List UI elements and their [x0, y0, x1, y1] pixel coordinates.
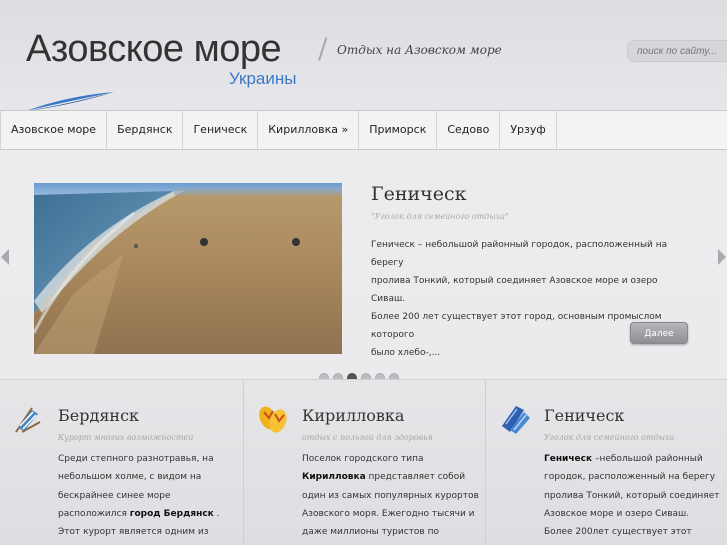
featured-line: было хлебо-,... [371, 348, 441, 358]
logo-title: Азовское море [26, 28, 282, 70]
card-line: бескрайнее синее море [58, 490, 171, 501]
card-text: Поселок городского типа Кирилловка предс… [302, 450, 479, 541]
nav-item-azov-sea[interactable]: Азовское море [0, 111, 106, 149]
featured-slider: Геническ "Уголок для семейного отдыха" Г… [0, 150, 727, 383]
card-title[interactable]: Бердянск [58, 406, 139, 425]
logo-subtitle: Украины [229, 69, 297, 88]
nav-item-berdyansk[interactable]: Бердянск [106, 111, 182, 149]
nav-item-sedovo[interactable]: Седово [436, 111, 499, 149]
card-subtitle: Курорт многих возможностей [58, 433, 194, 442]
card-line: небольшом холме, с видом на [58, 472, 202, 483]
nav-item-urzuf[interactable]: Урзуф [499, 111, 555, 149]
resort-card-berdyansk: Бердянск Курорт многих возможностей Сред… [0, 379, 244, 545]
card-line: Кирилловка представляет собой [302, 472, 466, 483]
card-line: Среди степного разнотравья, на [58, 454, 214, 464]
card-line: городок, расположенный на берегу [544, 472, 716, 483]
card-line: Этот курорт является одним из [58, 527, 209, 538]
resort-card-genichesk: Геническ Уголок для семейного отдыха Ген… [486, 379, 727, 545]
featured-title[interactable]: Геническ [371, 183, 466, 205]
card-title[interactable]: Геническ [544, 406, 624, 425]
resort-columns: Бердянск Курорт многих возможностей Сред… [0, 379, 727, 545]
nav-item-kirillovka[interactable]: Кирилловка » [257, 111, 358, 149]
card-line: Геническ –небольшой районный [544, 454, 703, 464]
arrow-left-icon[interactable] [0, 248, 10, 266]
site-header: Азовское море Украины / Отдых на Азовско… [0, 0, 727, 111]
main-nav: Азовское море Бердянск Геническ Кириллов… [0, 110, 727, 150]
nav-item-genichesk[interactable]: Геническ [182, 111, 257, 149]
card-line: пролива Тонкий, который соединяет [544, 490, 720, 501]
flippers-icon [502, 406, 530, 434]
logo-swoosh-icon [26, 92, 114, 111]
site-tagline: Отдых на Азовском море [337, 43, 502, 57]
arrow-right-icon[interactable] [717, 248, 727, 266]
beach-photo [34, 183, 342, 354]
card-text: Среди степного разнотравья, на небольшом… [58, 450, 220, 541]
search-input[interactable] [627, 40, 727, 62]
featured-subtitle: "Уголок для семейного отдыха" [371, 212, 509, 221]
more-button[interactable]: Далее [630, 322, 688, 344]
card-subtitle: отдых с пользой для здоровья [302, 433, 433, 442]
divider-slash: / [318, 32, 328, 65]
nav-end-divider [555, 111, 557, 149]
nav-item-primorsk[interactable]: Приморск [358, 111, 436, 149]
card-title[interactable]: Кирилловка [302, 406, 404, 425]
featured-line: пролива Тонкий, который соединяет Азовск… [371, 276, 658, 304]
featured-line: Геническ – небольшой районный городок, р… [371, 240, 668, 268]
beach-chair-icon [15, 407, 41, 433]
card-text: Геническ –небольшой районный городок, ра… [544, 450, 720, 541]
card-line: Азовского моря. Ежегодно тысячи и [302, 508, 475, 519]
flip-flops-icon [259, 406, 287, 433]
card-line: Поселок городского типа [302, 454, 424, 464]
resort-card-kirillovka: Кирилловка отдых с пользой для здоровья … [244, 379, 486, 545]
card-subtitle: Уголок для семейного отдыха [544, 433, 675, 442]
site-logo[interactable]: Азовское море Украины [26, 28, 316, 111]
card-line: расположился город Бердянск . [58, 508, 220, 519]
card-line: Более 200лет существует этот [544, 527, 692, 538]
card-line: один из самых популярных курортов [302, 490, 479, 501]
card-line: Азовское море и озеро Сиваш. [544, 508, 690, 519]
card-line: даже миллионы туристов по [302, 527, 439, 538]
